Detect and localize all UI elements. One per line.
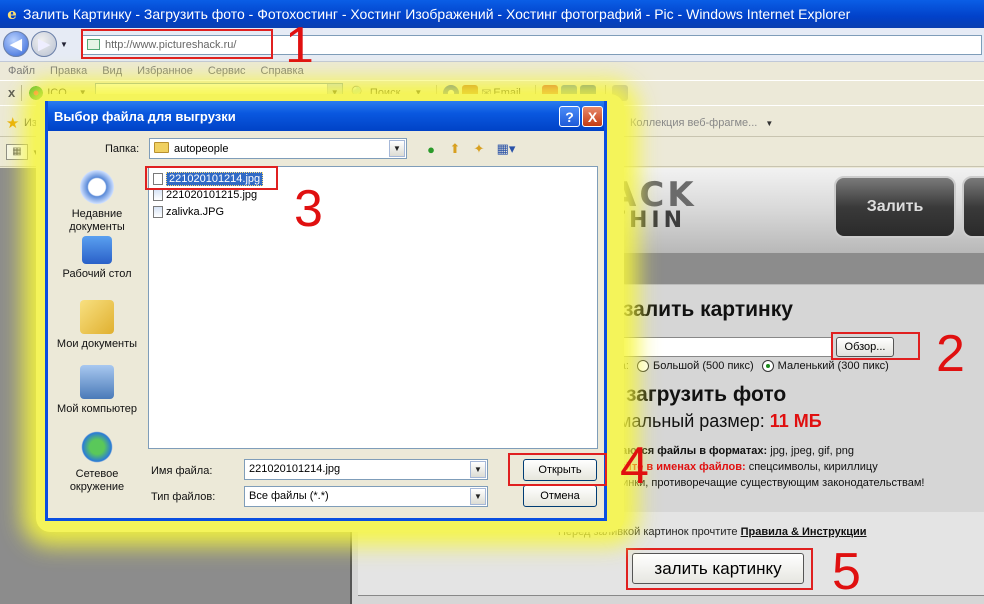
network-icon (80, 430, 114, 464)
folder-dropdown-icon: ▼ (389, 140, 405, 157)
place-desktop[interactable]: Рабочий стол (50, 236, 144, 281)
upload-heading: залить картинку (623, 298, 793, 321)
dialog-title: Выбор файла для выгрузки (54, 109, 236, 124)
menu-tools[interactable]: Сервис (208, 65, 246, 77)
web-slice-dropdown-icon: ▼ (765, 119, 774, 128)
place-documents-label: Мои документы (56, 338, 138, 350)
place-computer-label: Мой компьютер (56, 403, 138, 415)
menu-edit[interactable]: Правка (50, 65, 87, 77)
annotation-number-2: 2 (936, 325, 965, 383)
folder-icon (154, 142, 169, 153)
favorites-star-icon[interactable]: ★ (6, 114, 19, 132)
jpg-file-icon (153, 188, 163, 201)
toolbar-separator (21, 84, 23, 101)
filename-label: Имя файла: (151, 465, 213, 477)
place-network[interactable]: Сетевое окружение (50, 430, 144, 494)
recent-documents-icon (80, 170, 114, 204)
annotation-number-3: 3 (294, 180, 323, 238)
max-size-value: 11 МБ (769, 411, 822, 431)
filename-dropdown-icon: ▼ (470, 461, 486, 478)
desktop-icon (82, 236, 112, 264)
dialog-title-bar[interactable]: Выбор файла для выгрузки (48, 101, 604, 131)
size-small-label: Маленький (300 пикс) (777, 360, 889, 372)
ie-logo-icon: e (7, 5, 17, 23)
new-folder-icon[interactable]: ✦ (470, 141, 488, 157)
place-recent-label: Недавние документы (69, 208, 125, 233)
place-desktop-label: Рабочий стол (62, 268, 132, 280)
quick-tabs-icon[interactable]: ▦ (6, 144, 28, 160)
nav-upload-button[interactable]: Залить (834, 176, 956, 238)
filename-input[interactable]: 221020101214.jpg ▼ (244, 459, 488, 480)
radio-small[interactable] (761, 360, 774, 372)
place-documents[interactable]: Мои документы (50, 300, 144, 351)
place-network-label: Сетевое окружение (69, 468, 125, 493)
web-slice-label: Коллекция веб-фрагме... (630, 117, 758, 129)
view-menu-icon[interactable]: ▦▾ (494, 141, 518, 157)
rules-link[interactable]: Правила & Инструкции (741, 526, 867, 538)
menu-file[interactable]: Файл (8, 65, 35, 77)
formats-value: jpg, jpeg, gif, png (770, 445, 855, 457)
size-options: мера: Большой (500 пикс) Маленький (300 … (600, 360, 889, 372)
window-title: Залить Картинку - Загрузить фото - Фотох… (23, 6, 851, 22)
my-computer-icon (80, 365, 114, 399)
jpg-file-icon (153, 205, 163, 218)
size-large-label: Большой (500 пикс) (652, 360, 754, 372)
forward-button[interactable]: ▶ (31, 31, 57, 57)
menu-view[interactable]: Вид (102, 65, 122, 77)
back-folder-icon[interactable]: ● (422, 141, 440, 157)
menu-favorites[interactable]: Избранное (137, 65, 193, 77)
filetype-label: Тип файлов: (151, 491, 216, 503)
filename-value: 221020101214.jpg (249, 463, 341, 475)
photo-heading: загрузить фото (626, 383, 787, 406)
folder-select[interactable]: autopeople ▼ (149, 138, 407, 159)
places-bar: Недавние документы Рабочий стол Мои доку… (50, 162, 144, 498)
help-icon: ? (565, 108, 574, 125)
history-dropdown-icon[interactable]: ▼ (60, 40, 68, 49)
web-slice-gallery[interactable]: Коллекция веб-фрагме... ▼ (630, 117, 773, 129)
annotation-number-5: 5 (832, 543, 861, 601)
file-path-input[interactable] (600, 337, 832, 357)
place-computer[interactable]: Мой компьютер (50, 365, 144, 416)
file-list[interactable]: 221020101214.jpg 221020101215.jpg zalivk… (148, 166, 598, 449)
cancel-button[interactable]: Отмена (523, 485, 597, 507)
annotation-box-file (145, 166, 278, 190)
toolbar-close-icon[interactable]: x (8, 85, 15, 100)
folder-label: Папка: (105, 143, 140, 155)
max-size-line: симальный размер: 11 МБ (600, 411, 822, 432)
window-title-bar: e Залить Картинку - Загрузить фото - Фот… (0, 0, 984, 28)
menu-bar: Файл Правка Вид Избранное Сервис Справка (0, 62, 984, 80)
menu-help[interactable]: Справка (261, 65, 304, 77)
banner-gap (600, 253, 984, 283)
file-name: 221020101215.jpg (166, 188, 258, 201)
filetype-select[interactable]: Все файлы (*.*) ▼ (244, 486, 488, 507)
annotation-box-url (81, 29, 273, 59)
nav-next-button[interactable] (962, 176, 984, 238)
folder-value: autopeople (174, 143, 229, 155)
annotation-box-open (508, 453, 607, 486)
max-size-label: симальный размер: (600, 411, 765, 431)
dialog-close-button[interactable]: X (582, 106, 603, 127)
nav-upload-label: Залить (866, 198, 924, 215)
dialog-help-button[interactable]: ? (559, 106, 580, 127)
annotation-box-upload (626, 548, 813, 590)
my-documents-icon (80, 300, 114, 334)
filetype-value: Все файлы (*.*) (249, 490, 329, 502)
back-button[interactable]: ◀ (3, 31, 29, 57)
radio-large[interactable] (636, 360, 649, 372)
up-folder-icon[interactable]: ⬆ (446, 141, 464, 157)
forbidden-value: спецсимволы, кириллицу (748, 461, 878, 473)
place-recent[interactable]: Недавние документы (50, 170, 144, 234)
annotation-number-4: 4 (620, 437, 649, 495)
cancel-label: Отмена (540, 490, 580, 502)
file-item[interactable]: zalivka.JPG (153, 204, 224, 219)
filetype-dropdown-icon: ▼ (470, 488, 486, 505)
file-name: zalivka.JPG (166, 205, 225, 218)
annotation-box-browse (831, 332, 920, 360)
close-icon: X (587, 108, 598, 125)
